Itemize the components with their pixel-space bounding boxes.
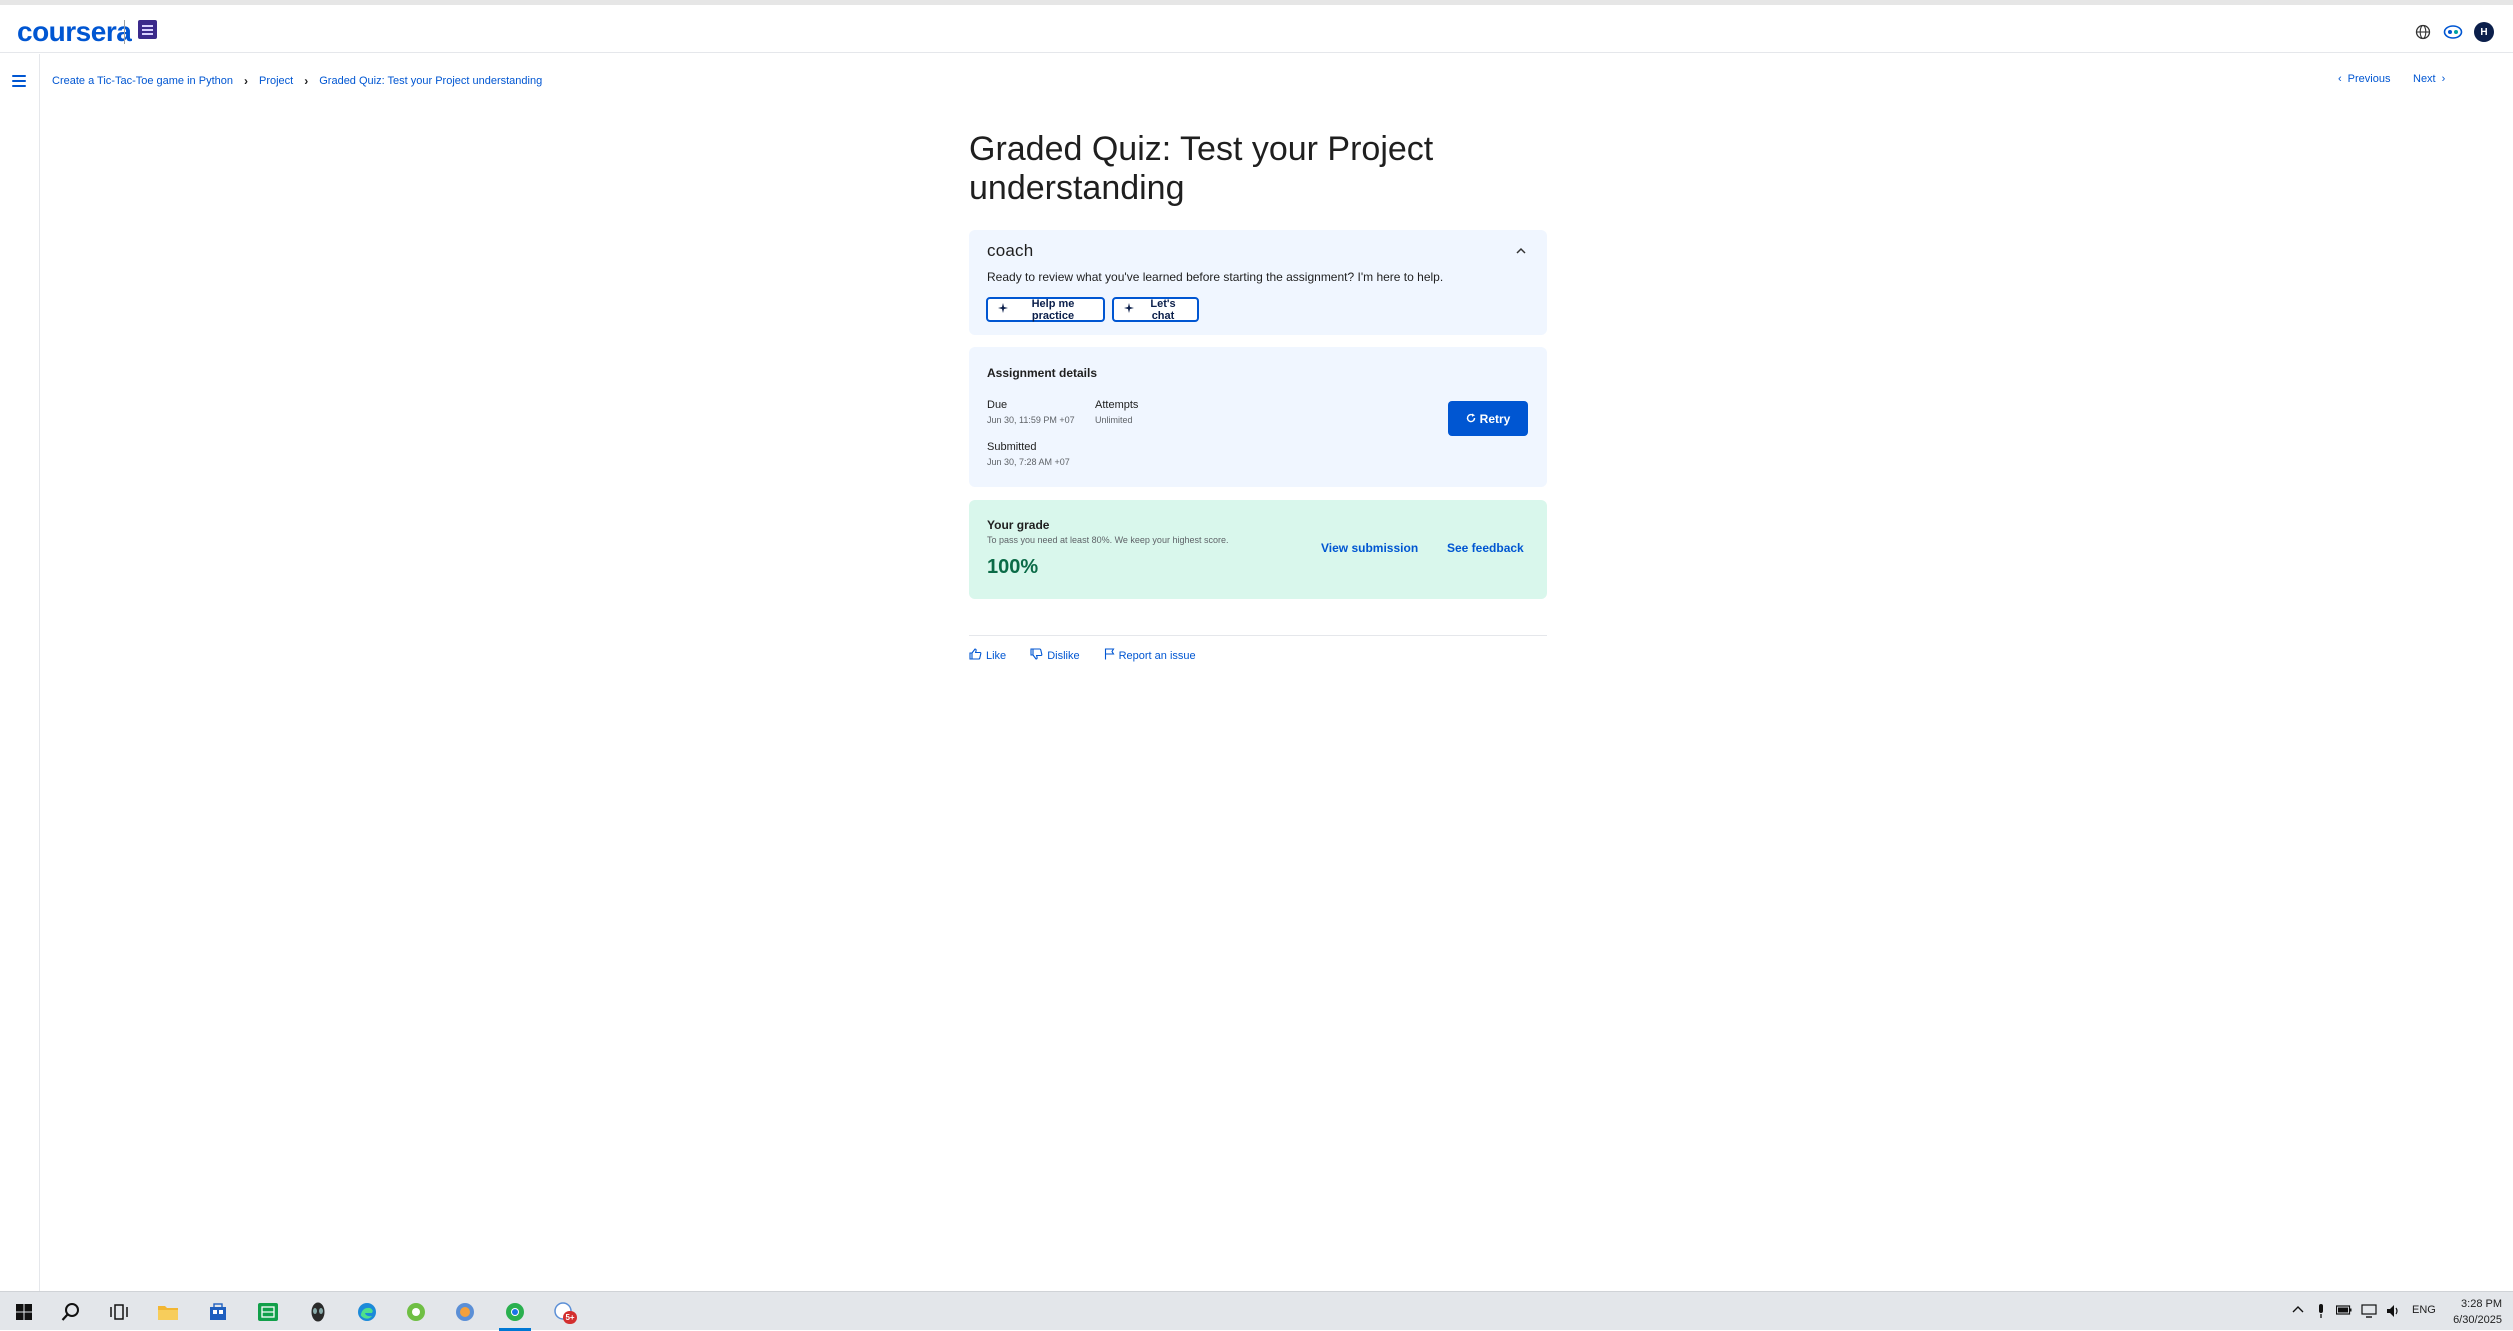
feedback-row: Like Dislike Report an issue (969, 648, 1220, 663)
grade-value: 100% (987, 556, 1039, 578)
alien-app-icon[interactable] (307, 1301, 329, 1323)
network-icon[interactable] (2361, 1304, 2377, 1321)
help-me-practice-button[interactable]: Help me practice (986, 297, 1105, 322)
language-indicator[interactable]: ENG (2412, 1304, 2436, 1316)
report-issue-label: Report an issue (1118, 649, 1196, 662)
main-content: Graded Quiz: Test your Project understan… (969, 130, 1547, 208)
taskbar-clock[interactable]: 3:28 PM 6/30/2025 (2440, 1296, 2502, 1328)
breadcrumb-current[interactable]: Graded Quiz: Test your Project understan… (319, 75, 542, 87)
assignment-details-card: Assignment details Due Jun 30, 11:59 PM … (969, 347, 1547, 487)
thumbs-down-icon (1030, 648, 1043, 663)
refresh-icon (1466, 412, 1476, 426)
grade-title: Your grade (987, 518, 1050, 532)
volume-icon[interactable] (2386, 1304, 2402, 1321)
chevron-left-icon: ‹ (2338, 73, 2342, 85)
spreadsheet-app-icon[interactable] (257, 1301, 279, 1323)
store-icon[interactable] (207, 1301, 229, 1323)
browser-app-icon[interactable] (454, 1301, 476, 1323)
like-label: Like (986, 649, 1007, 662)
see-feedback-link[interactable]: See feedback (1447, 541, 1524, 555)
grade-hint: To pass you need at least 80%. We keep y… (987, 535, 1229, 545)
globe-icon[interactable] (2413, 22, 2433, 42)
dislike-button[interactable]: Dislike (1030, 648, 1080, 663)
menu-icon[interactable] (12, 75, 26, 87)
lets-chat-button[interactable]: Let's chat (1112, 297, 1199, 322)
task-view-icon[interactable] (108, 1301, 130, 1323)
sparkle-icon (998, 303, 1008, 316)
thumbs-up-icon (969, 648, 982, 663)
grade-card: Your grade To pass you need at least 80%… (969, 500, 1547, 599)
breadcrumb: Create a Tic-Tac-Toe game in Python › Pr… (52, 74, 542, 88)
windows-taskbar: 5+ ENG 3:28 PM 6/30/2025 (0, 1291, 2513, 1331)
windows-start-icon[interactable] (13, 1301, 35, 1323)
help-me-practice-label: Help me practice (1031, 297, 1075, 322)
coursera-logo[interactable]: coursera (17, 18, 132, 46)
search-icon[interactable] (60, 1301, 82, 1323)
coach-message: Ready to review what you've learned befo… (987, 270, 1444, 284)
previous-label: Previous (2347, 73, 2391, 85)
chevron-right-icon: › (2441, 73, 2446, 85)
view-submission-link[interactable]: View submission (1321, 541, 1418, 555)
clock-time: 3:28 PM (2461, 1298, 2502, 1310)
attempts-label: Attempts (1095, 399, 1139, 411)
chevron-up-icon[interactable] (2292, 1304, 2304, 1317)
report-issue-button[interactable]: Report an issue (1104, 648, 1196, 663)
due-value: Jun 30, 11:59 PM +07 (987, 415, 1075, 425)
microphone-icon[interactable] (2316, 1304, 2326, 1321)
top-header: coursera H (0, 5, 2513, 53)
attempts-value: Unlimited (1095, 415, 1133, 425)
coach-ai-icon[interactable] (2443, 22, 2463, 42)
green-app-icon[interactable] (405, 1301, 427, 1323)
next-label: Next (2413, 73, 2436, 85)
chevron-right-icon: › (243, 74, 248, 88)
partner-logo-icon[interactable] (138, 20, 157, 39)
breadcrumb-project[interactable]: Project (259, 75, 293, 87)
file-explorer-icon[interactable] (157, 1301, 179, 1323)
notification-badge: 5+ (563, 1311, 577, 1324)
retry-label: Retry (1479, 411, 1511, 426)
previous-button[interactable]: ‹ Previous (2338, 73, 2390, 85)
submitted-value: Jun 30, 7:28 AM +07 (987, 457, 1070, 467)
next-button[interactable]: Next › (2413, 73, 2445, 85)
due-label: Due (987, 399, 1008, 411)
retry-button[interactable]: Retry (1448, 401, 1528, 436)
chevron-right-icon: › (304, 74, 309, 88)
lets-chat-label: Let's chat (1150, 297, 1176, 322)
coach-title: coach (987, 241, 1034, 260)
battery-icon[interactable] (2335, 1304, 2352, 1319)
like-button[interactable]: Like (969, 648, 1006, 663)
clock-date: 6/30/2025 (2453, 1314, 2502, 1326)
chrome-active-icon[interactable] (504, 1301, 526, 1323)
page-title: Graded Quiz: Test your Project understan… (969, 130, 1434, 207)
assignment-details-title: Assignment details (987, 366, 1098, 380)
left-rail (0, 54, 40, 1291)
content-divider (969, 635, 1547, 636)
submitted-label: Submitted (987, 441, 1037, 453)
flag-icon (1104, 648, 1115, 663)
edge-browser-icon[interactable] (356, 1301, 378, 1323)
chevron-up-icon[interactable] (1515, 244, 1527, 256)
breadcrumb-course[interactable]: Create a Tic-Tac-Toe game in Python (52, 75, 233, 87)
dislike-label: Dislike (1047, 649, 1080, 662)
logo-divider (124, 20, 125, 44)
coach-card: coach Ready to review what you've learne… (969, 230, 1547, 335)
sparkle-icon (1124, 303, 1134, 316)
user-avatar[interactable]: H (2474, 22, 2494, 42)
